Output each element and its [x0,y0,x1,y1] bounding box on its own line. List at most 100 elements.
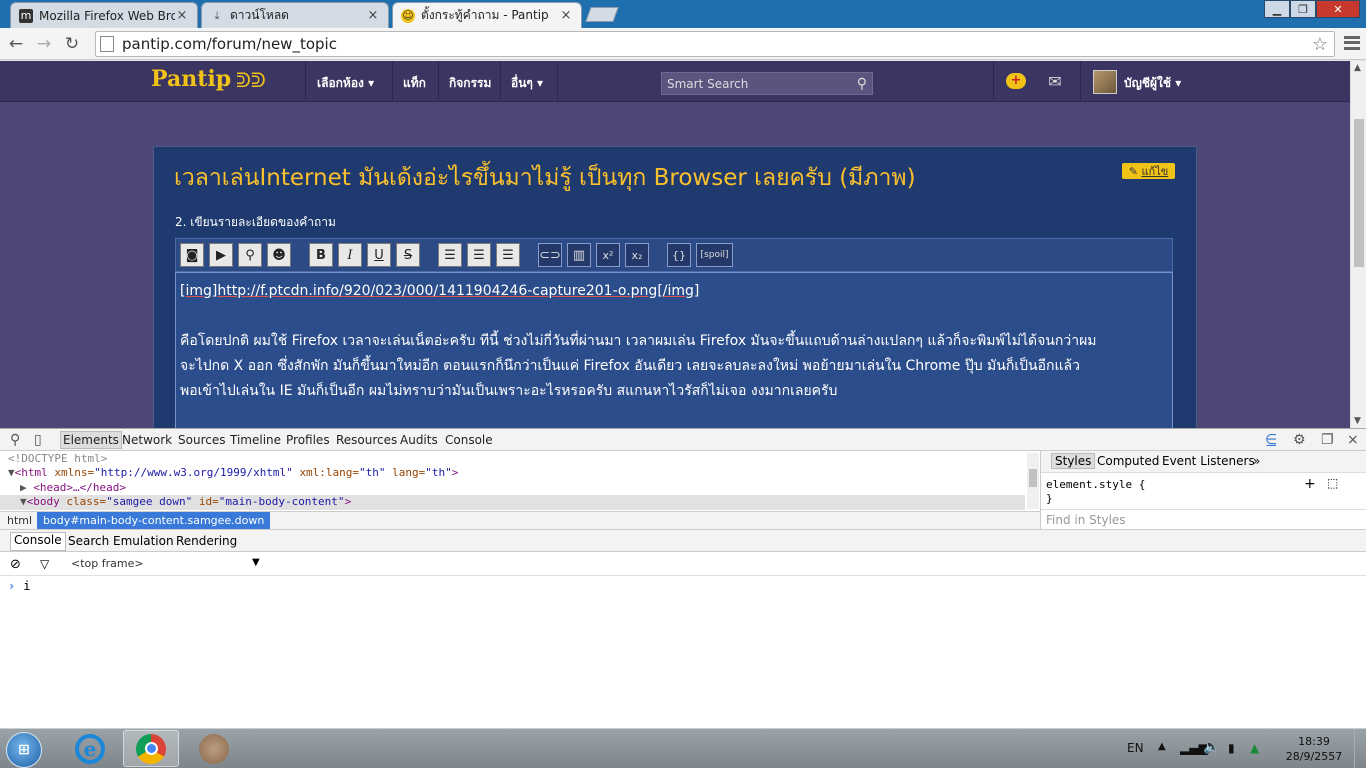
nav-more[interactable]: อื่นๆ ▾ [511,74,543,93]
show-desktop-button[interactable] [1354,729,1366,768]
reload-icon[interactable]: ↻ [60,32,84,56]
close-tab-icon[interactable]: × [366,8,380,23]
removable-device-icon[interactable]: ▮ [1228,741,1235,755]
tab-pantip-new-topic[interactable]: ☺ ตั้งกระทู้คำถาม - Pantip × [392,2,582,28]
spoiler-button[interactable]: [spoil] [696,243,733,267]
console-drawer-icon[interactable]: ⋸ [1265,432,1277,448]
close-window-icon[interactable]: ✕ [1316,0,1360,18]
insert-map-button[interactable]: ⚲ [238,243,262,267]
tab-downloads[interactable]: ⤓ ดาวน์โหลด × [201,2,389,28]
filter-icon[interactable]: ▽ [40,557,49,571]
insert-emoji-button[interactable]: ☻ [267,243,291,267]
mail-icon[interactable]: ✉ [1044,71,1066,91]
find-in-styles-input[interactable]: Find in Styles [1041,509,1366,529]
expand-arrow-icon[interactable]: ▼ [20,495,27,508]
bookmark-star-icon[interactable]: ☆ [1312,34,1328,55]
style-rule-selector[interactable]: element.style { [1046,478,1145,492]
console-input[interactable]: i [23,579,30,593]
tab-sources[interactable]: Sources [178,433,225,447]
tab-network[interactable]: Network [122,433,172,447]
new-tab-button[interactable] [585,7,619,22]
head-node[interactable]: ▶ <head>…</head> [20,481,126,494]
insert-video-button[interactable]: ▶ [209,243,233,267]
close-tab-icon[interactable]: × [175,8,189,23]
page-scrollbar[interactable]: ▲ ▼ [1350,61,1366,428]
elements-scrollbar[interactable] [1027,453,1039,509]
clear-console-icon[interactable]: ⊘ [10,557,21,572]
collapsed-arrow-icon[interactable]: ▶ [20,481,27,494]
drawer-tab-rendering[interactable]: Rendering [176,534,237,548]
address-bar[interactable]: pantip.com/forum/new_topic ☆ [95,31,1335,57]
post-body-editor[interactable]: [img]http://f.ptcdn.info/920/023/000/141… [175,272,1173,428]
tab-computed[interactable]: Computed [1097,454,1159,468]
back-arrow-icon[interactable]: ← [4,32,28,56]
google-drive-icon[interactable]: ▲ [1250,741,1259,755]
inspect-search-icon[interactable]: ⚲ [10,432,20,448]
italic-button[interactable]: I [338,243,362,267]
code-button[interactable]: {} [667,243,691,267]
insert-table-button[interactable]: ▥ [567,243,591,267]
scroll-thumb[interactable] [1354,119,1364,267]
system-clock[interactable]: 18:39 28/9/2557 [1280,734,1348,764]
windows-start-button[interactable]: ⊞ [6,732,42,768]
toggle-element-state-icon[interactable]: ⬚ [1327,476,1338,490]
tab-timeline[interactable]: Timeline [230,433,281,447]
bold-button[interactable]: B [309,243,333,267]
drawer-tab-emulation[interactable]: Emulation [113,534,174,548]
nav-activities[interactable]: กิจกรรม [449,74,491,93]
tab-profiles[interactable]: Profiles [286,433,330,447]
edit-title-button[interactable]: ✎ แก้ไข [1122,163,1175,179]
taskbar-ie[interactable]: e [62,730,118,767]
avatar[interactable] [1093,70,1117,94]
tab-styles[interactable]: Styles [1051,453,1096,469]
tab-firefox-download-page[interactable]: m Mozilla Firefox Web Brows × [10,2,198,28]
insert-link-button[interactable]: ⊂⊃ [538,243,562,267]
subscript-button[interactable]: x₂ [625,243,649,267]
tab-audits[interactable]: Audits [400,433,438,447]
frame-selector[interactable]: <top frame> [71,557,144,570]
drawer-tab-console[interactable]: Console [10,532,66,551]
pantip-logo[interactable]: Pantip [151,66,231,92]
superscript-button[interactable]: x² [596,243,620,267]
strikethrough-button[interactable]: S [396,243,420,267]
taskbar-firefox[interactable] [186,730,242,767]
html-node[interactable]: ▼<html xmlns="http://www.w3.org/1999/xht… [8,466,458,479]
console-prompt[interactable]: › i [8,579,30,593]
align-center-button[interactable]: ☰ [467,243,491,267]
more-tabs-chevron[interactable]: » [1253,454,1260,468]
minimize-icon[interactable]: ▁ [1264,0,1290,18]
dock-side-icon[interactable]: ❐ [1321,432,1334,448]
align-right-button[interactable]: ☰ [496,243,520,267]
show-hidden-icons-icon[interactable]: ▲ [1158,741,1166,752]
language-indicator[interactable]: EN [1127,741,1144,755]
device-mode-icon[interactable]: ▯ [34,432,42,448]
body-node-selected[interactable]: ▼<body class="samgee down" id="main-body… [0,495,1025,510]
scroll-down-icon[interactable]: ▼ [1354,416,1361,426]
underline-button[interactable]: U [367,243,391,267]
volume-icon[interactable]: 🔈 [1203,739,1220,755]
insert-image-button[interactable]: ◙ [180,243,204,267]
add-rule-icon[interactable]: + [1304,476,1316,492]
chrome-menu-icon[interactable] [1344,36,1360,50]
crumb-body[interactable]: body#main-body-content.samgee.down [37,512,271,530]
expand-arrow-icon[interactable]: ▼ [8,466,15,479]
scroll-thumb[interactable] [1029,469,1037,487]
forward-arrow-icon[interactable]: → [32,32,56,56]
settings-gear-icon[interactable]: ⚙ [1293,432,1306,448]
tab-elements[interactable]: Elements [60,431,122,449]
taskbar-chrome[interactable] [123,730,179,767]
scroll-up-icon[interactable]: ▲ [1354,63,1361,73]
drawer-tab-search[interactable]: Search [68,534,109,548]
nav-select-room[interactable]: เลือกห้อง ▾ [317,74,374,93]
align-left-button[interactable]: ☰ [438,243,462,267]
user-account-menu[interactable]: บัญชีผู้ใช้ ▾ [1124,74,1181,93]
close-devtools-icon[interactable]: × [1347,432,1359,448]
new-topic-icon[interactable]: + [1005,71,1027,91]
url-text[interactable]: pantip.com/forum/new_topic [122,35,1312,53]
close-tab-icon[interactable]: × [559,8,573,23]
smart-search-input[interactable]: Smart Search ⚲ [661,72,873,95]
maximize-icon[interactable]: ❐ [1290,0,1316,18]
tab-resources[interactable]: Resources [336,433,397,447]
tab-event-listeners[interactable]: Event Listeners [1162,454,1255,468]
nav-tags[interactable]: แท็ก [403,74,426,93]
